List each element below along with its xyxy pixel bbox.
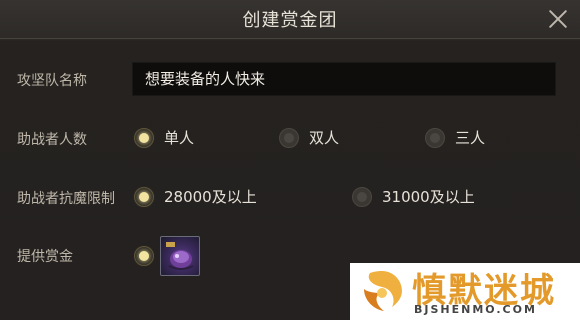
close-icon[interactable] [545, 6, 571, 32]
option-label: 31000及以上 [382, 188, 475, 206]
helper-count-option-triple[interactable]: 三人 [425, 127, 515, 151]
dialog-title: 创建赏金团 [242, 10, 338, 31]
watermark-url: BJSHENMO.COM [414, 303, 537, 316]
radio-button [134, 187, 154, 207]
helper-count-label: 助战者人数 [17, 132, 87, 148]
option-label: 单人 [164, 129, 195, 147]
radio-button [134, 128, 154, 148]
radio-button [279, 128, 299, 148]
helper-count-option-double[interactable]: 双人 [279, 127, 369, 151]
reward-label: 提供赏金 [17, 249, 73, 265]
radio-button [425, 128, 445, 148]
helper-limit-option-31000[interactable]: 31000及以上 [352, 186, 502, 210]
option-label: 三人 [455, 129, 486, 147]
dialog-title-bar: 创建赏金团 [0, 0, 580, 39]
watermark-logo-icon [364, 271, 402, 311]
option-label: 双人 [309, 129, 340, 147]
option-label: 28000及以上 [164, 188, 257, 206]
reward-option[interactable] [134, 245, 156, 269]
reward-item-icon[interactable] [160, 236, 200, 276]
helper-limit-label: 助战者抗魔限制 [17, 191, 115, 207]
helper-limit-option-28000[interactable]: 28000及以上 [134, 186, 284, 210]
team-name-label: 攻坚队名称 [17, 73, 87, 89]
team-name-input[interactable]: 想要装备的人快来 [132, 62, 556, 96]
helper-count-option-single[interactable]: 单人 [134, 127, 224, 151]
radio-button [352, 187, 372, 207]
watermark: 慎默迷城 BJSHENMO.COM [350, 263, 580, 320]
radio-button [134, 246, 154, 266]
